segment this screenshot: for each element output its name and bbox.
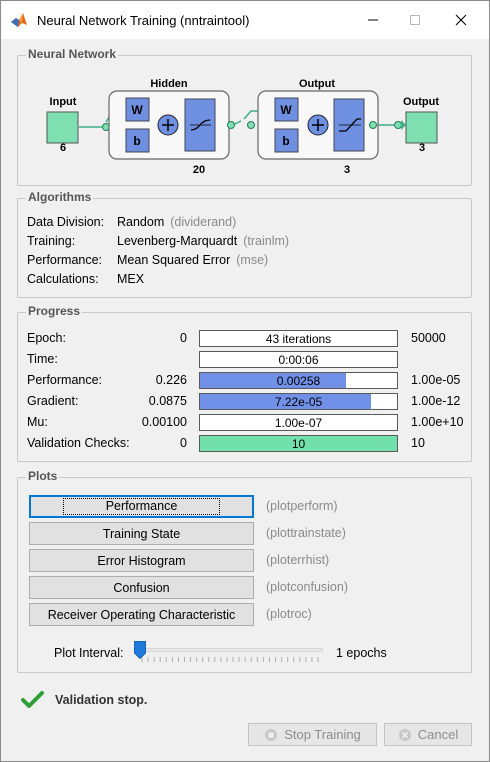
progress-current-value: 1.00e-07 (274, 415, 323, 430)
plot-roc-button[interactable]: Receiver Operating Characteristic (29, 603, 254, 626)
plot-button-label: Confusion (113, 580, 170, 595)
progress-current-value: 7.22e-05 (274, 394, 323, 409)
progress-start-value: 0.226 (155, 373, 187, 387)
progress-start-value: 0 (180, 331, 187, 345)
plot-training-state-button[interactable]: Training State (29, 522, 254, 545)
plot-function-name: (plotroc) (266, 607, 312, 621)
output-w-label: W (280, 103, 292, 117)
progress-label: Time: (27, 352, 58, 366)
output-label: Output (403, 96, 439, 108)
output-b-label: b (282, 134, 289, 148)
progress-label: Mu: (27, 415, 48, 429)
progress-title: Progress (26, 304, 83, 318)
progress-start-value: 0 (180, 436, 187, 450)
hidden-b-label: b (133, 134, 140, 148)
output-layer-size: 3 (344, 164, 350, 176)
progress-current-value: 0:00:06 (278, 352, 319, 367)
input-label: Input (50, 96, 77, 108)
cancel-button[interactable]: Cancel (384, 723, 472, 746)
progress-bar: 0.00258 (199, 372, 398, 389)
progress-bar: 7.22e-05 (199, 393, 398, 410)
algorithm-label: Calculations: (27, 272, 99, 286)
input-size: 6 (60, 142, 66, 154)
progress-target-value: 1.00e+10 (411, 415, 464, 429)
algorithm-label: Performance: (27, 253, 103, 267)
progress-target-value: 1.00e-05 (411, 373, 461, 387)
cancel-icon (398, 728, 411, 741)
algorithm-value-text: Mean Squared Error (117, 253, 231, 267)
algorithm-value: Random (dividerand) (117, 215, 236, 229)
progress-label: Gradient: (27, 394, 79, 408)
algorithm-value: Levenberg-Marquardt (trainlm) (117, 234, 289, 248)
checkmark-icon (21, 691, 44, 708)
algorithm-value-text: Random (117, 215, 165, 229)
plot-function-name: (plottrainstate) (266, 526, 346, 540)
algorithm-function: (trainlm) (243, 234, 290, 248)
algorithm-function: (dividerand) (170, 215, 237, 229)
plot-function-name: (plotperform) (266, 499, 338, 513)
plot-interval-value: 1 epochs (336, 646, 387, 660)
plot-button-label: Performance (62, 498, 221, 515)
algorithm-value-text: MEX (117, 272, 145, 286)
output-size: 3 (419, 142, 425, 154)
stop-training-label: Stop Training (284, 727, 361, 742)
input-node (46, 111, 79, 144)
hidden-label: Hidden (150, 78, 188, 90)
progress-current-value: 0.00258 (276, 373, 321, 388)
progress-start-value: 0.00100 (141, 415, 187, 429)
algorithm-value: MEX (117, 272, 144, 286)
progress-target-value: 1.00e-12 (411, 394, 461, 408)
progress-bar: 0:00:06 (199, 351, 398, 368)
cancel-label: Cancel (417, 727, 459, 742)
hidden-size: 20 (193, 164, 205, 176)
plot-interval-thumb[interactable] (134, 641, 146, 659)
output-node (405, 111, 438, 144)
nntraintool-window: Neural Network Training (nntraintool) Ne… (0, 0, 490, 762)
plot-button-label: Training State (102, 526, 181, 541)
progress-target-value: 50000 (411, 331, 446, 345)
progress-current-value: 43 iterations (265, 331, 332, 346)
progress-bar: 1.00e-07 (199, 414, 398, 431)
plot-performance-button[interactable]: Performance (29, 495, 254, 518)
plot-interval-ticks (141, 657, 319, 662)
network-diagram: Input 6 Hidden 20 W b Output 3 W b Outpu… (46, 78, 439, 176)
plot-button-label: Error Histogram (97, 553, 186, 568)
plot-interval-track[interactable] (137, 648, 323, 652)
algorithm-label: Data Division: (27, 215, 105, 229)
hidden-w-label: W (131, 103, 143, 117)
progress-label: Validation Checks: (27, 436, 130, 450)
status-text: Validation stop. (55, 693, 148, 707)
output-layer-label: Output (299, 78, 335, 90)
plot-function-name: (ploterrhist) (266, 553, 330, 567)
algorithms-title: Algorithms (26, 190, 94, 204)
progress-target-value: 10 (411, 436, 425, 450)
plot-function-name: (plotconfusion) (266, 580, 348, 594)
progress-start-value: 0.0875 (148, 394, 187, 408)
plot-interval-label: Plot Interval: (54, 646, 124, 660)
stop-training-button[interactable]: Stop Training (248, 723, 377, 746)
plot-button-label: Receiver Operating Characteristic (47, 607, 236, 622)
algorithm-label: Training: (27, 234, 76, 248)
progress-current-value: 10 (291, 436, 306, 451)
progress-label: Epoch: (27, 331, 66, 345)
progress-label: Performance: (27, 373, 103, 387)
progress-bar: 43 iterations (199, 330, 398, 347)
plots-title: Plots (26, 469, 60, 483)
plot-confusion-button[interactable]: Confusion (29, 576, 254, 599)
progress-bar: 10 (199, 435, 398, 452)
algorithm-function: (mse) (236, 253, 269, 267)
algorithm-value-text: Levenberg-Marquardt (117, 234, 238, 248)
algorithm-value: Mean Squared Error (mse) (117, 253, 268, 267)
plot-error-histogram-button[interactable]: Error Histogram (29, 549, 254, 572)
stop-icon (265, 728, 278, 741)
